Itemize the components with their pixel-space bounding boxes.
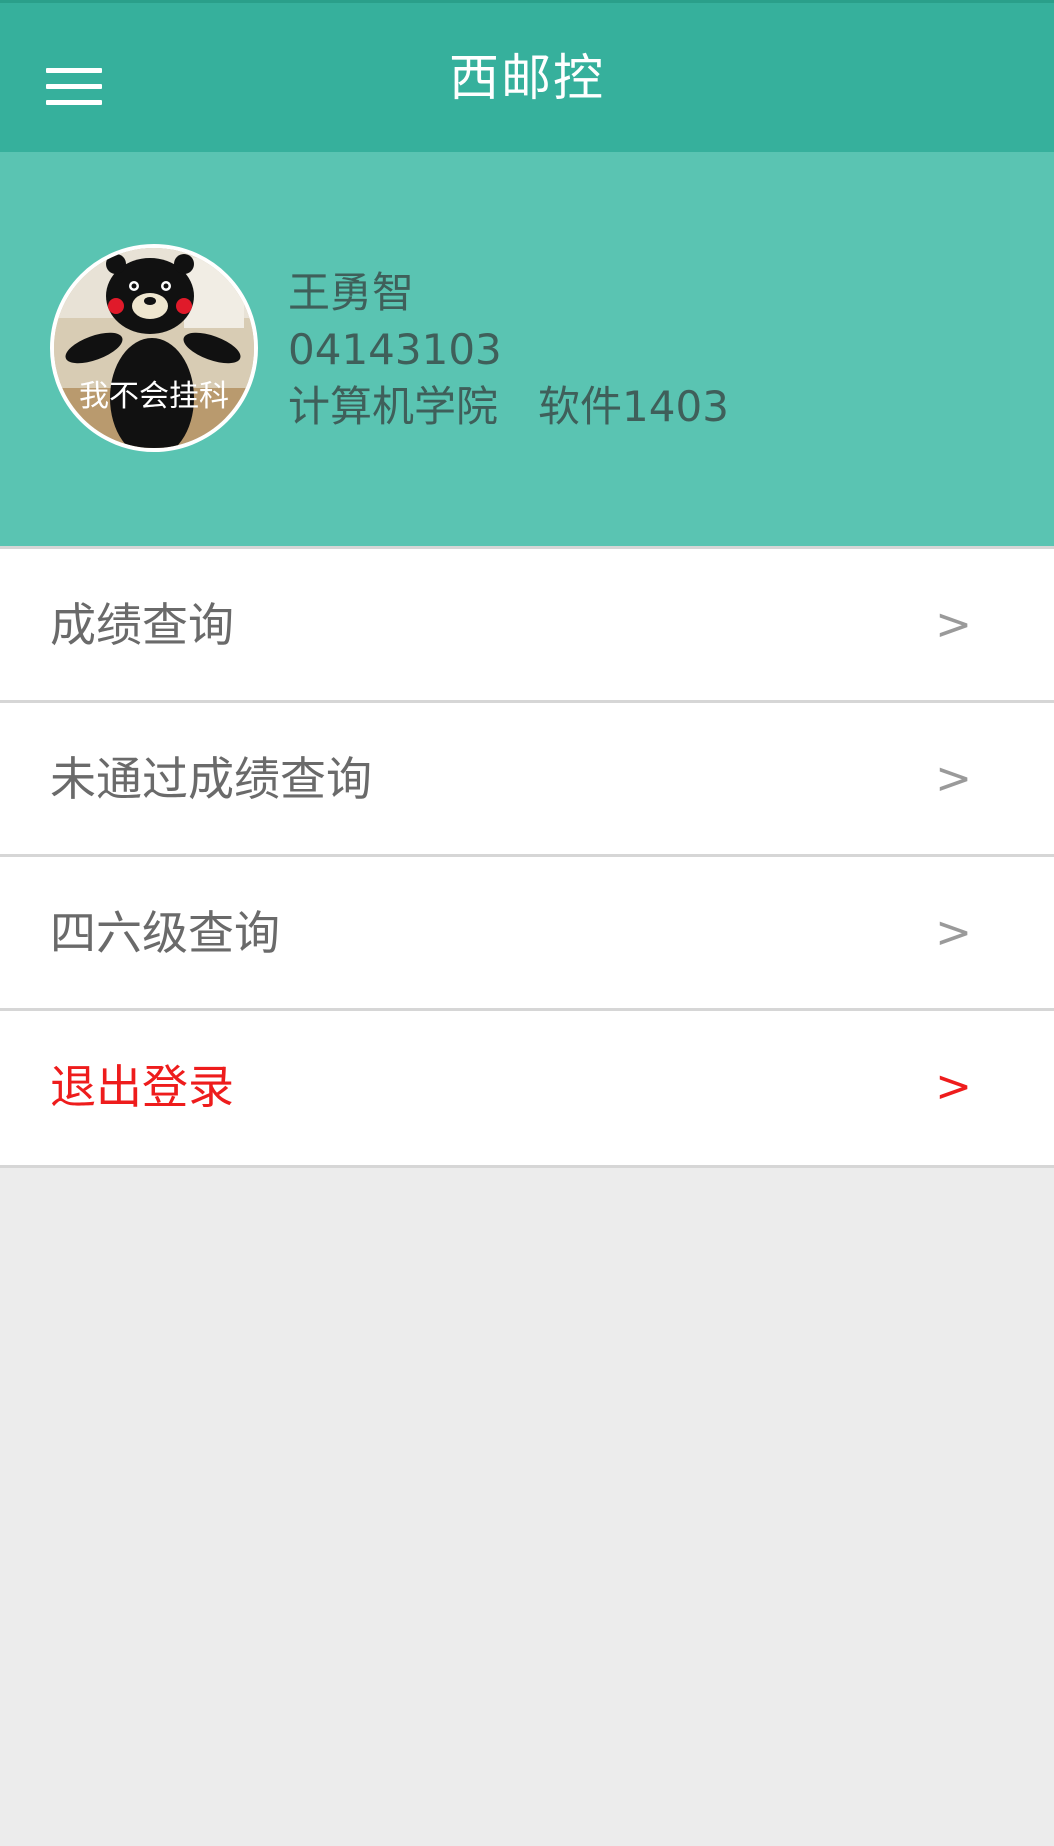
menu-list: 成绩查询 > 未通过成绩查询 > 四六级查询 > 退出登录 > <box>0 546 1054 1168</box>
menu-item-label: 四六级查询 <box>50 906 280 960</box>
menu-item-grades[interactable]: 成绩查询 > <box>0 546 1054 700</box>
chevron-right-icon: > <box>935 599 972 650</box>
student-id: 04143103 <box>288 325 502 374</box>
avatar[interactable]: 我不会挂科 <box>50 244 258 452</box>
page-title: 西邮控 <box>449 49 605 107</box>
menu-item-label: 退出登录 <box>50 1060 234 1114</box>
user-name: 王勇智 <box>288 268 415 317</box>
app-screen: 西邮控 我不会挂科 王勇智 04143103 计算机学院 软件1403 成绩查询… <box>0 0 1054 1846</box>
menu-item-failed-grades[interactable]: 未通过成绩查询 > <box>0 700 1054 854</box>
department-class: 计算机学院 软件1403 <box>288 382 729 431</box>
profile-card: 我不会挂科 王勇智 04143103 计算机学院 软件1403 <box>0 152 1054 546</box>
menu-item-label: 成绩查询 <box>50 598 234 652</box>
menu-item-label: 未通过成绩查询 <box>50 752 372 806</box>
avatar-caption: 我不会挂科 <box>79 379 229 414</box>
menu-item-cet[interactable]: 四六级查询 > <box>0 854 1054 1008</box>
profile-info: 王勇智 04143103 计算机学院 软件1403 <box>288 264 729 435</box>
chevron-right-icon: > <box>935 753 972 804</box>
app-header: 西邮控 <box>0 0 1054 152</box>
menu-item-logout[interactable]: 退出登录 > <box>0 1008 1054 1168</box>
chevron-right-icon: > <box>935 1061 972 1112</box>
chevron-right-icon: > <box>935 907 972 958</box>
